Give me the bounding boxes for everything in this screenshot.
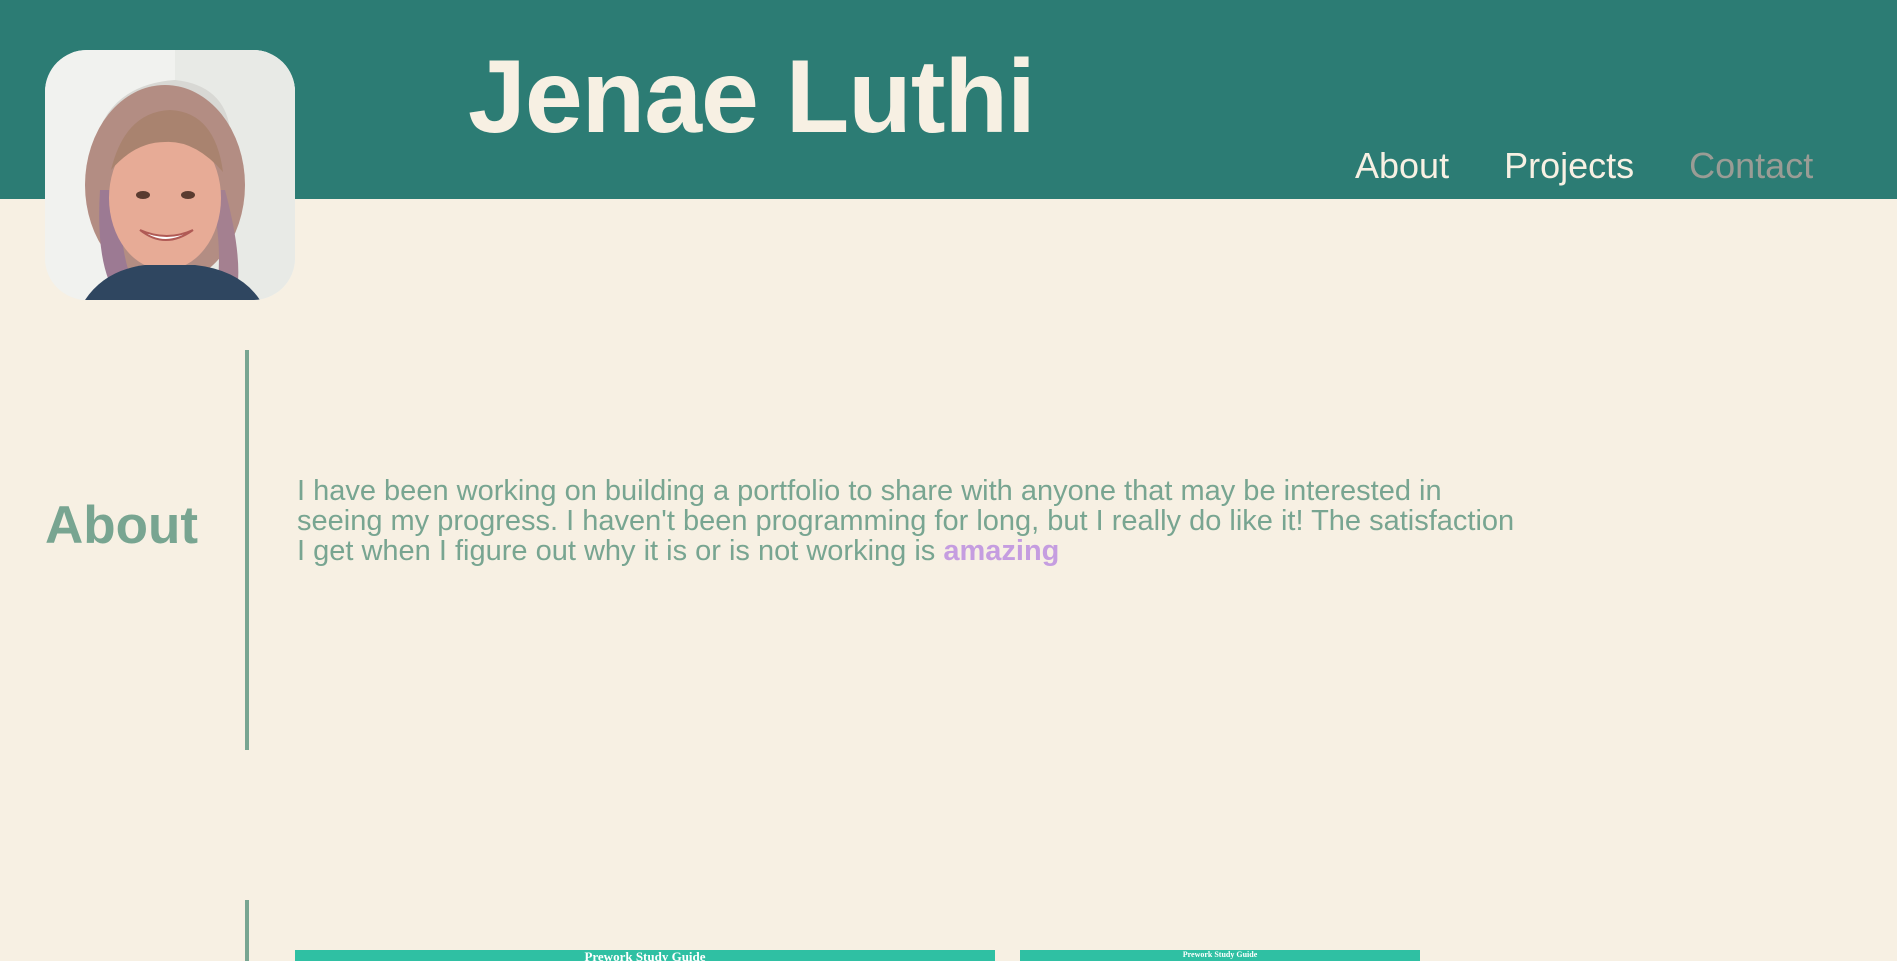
nav-link-about[interactable]: About xyxy=(1355,148,1449,184)
projects-divider xyxy=(245,900,249,961)
project-card-title: Prework Study Guide xyxy=(584,950,706,961)
profile-avatar xyxy=(45,50,295,300)
avatar-photo-icon xyxy=(45,50,295,300)
about-heading: About xyxy=(45,496,199,555)
main-nav: About Projects Contact xyxy=(1355,148,1813,184)
nav-link-projects[interactable]: Projects xyxy=(1504,148,1634,184)
project-card-title: Prework Study Guide xyxy=(1182,950,1258,959)
project-card[interactable]: Prework Study Guide xyxy=(1020,950,1420,961)
about-body-text: I have been working on building a portfo… xyxy=(297,475,1515,567)
about-divider xyxy=(245,350,249,750)
project-card[interactable]: Prework Study Guide xyxy=(295,950,995,961)
about-text: I have been working on building a portfo… xyxy=(297,476,1517,566)
nav-link-contact[interactable]: Contact xyxy=(1689,148,1813,184)
about-highlight-word: amazing xyxy=(943,535,1060,567)
site-title: Jenae Luthi xyxy=(468,39,1036,155)
site-header: Jenae Luthi About Projects Contact xyxy=(0,0,1897,300)
